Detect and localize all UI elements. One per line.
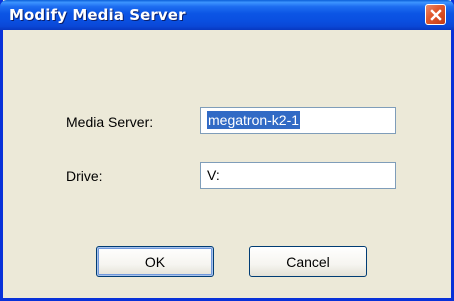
title-bar[interactable]: Modify Media Server: [0, 0, 454, 30]
drive-input[interactable]: V:: [200, 162, 396, 189]
ok-button[interactable]: OK: [96, 246, 214, 277]
close-icon: [429, 8, 442, 21]
media-server-input[interactable]: megatron-k2-1: [200, 107, 396, 134]
dialog-title: Modify Media Server: [9, 6, 186, 24]
drive-value: V:: [207, 167, 220, 183]
modify-media-server-dialog: Modify Media Server Media Server: megatr…: [0, 0, 454, 301]
close-button[interactable]: [425, 4, 446, 25]
media-server-value: megatron-k2-1: [207, 111, 301, 129]
ok-button-label: OK: [144, 253, 166, 270]
cancel-button[interactable]: Cancel: [249, 246, 367, 277]
cancel-button-label: Cancel: [286, 253, 330, 270]
drive-label: Drive:: [66, 168, 103, 184]
media-server-label: Media Server:: [66, 114, 154, 130]
